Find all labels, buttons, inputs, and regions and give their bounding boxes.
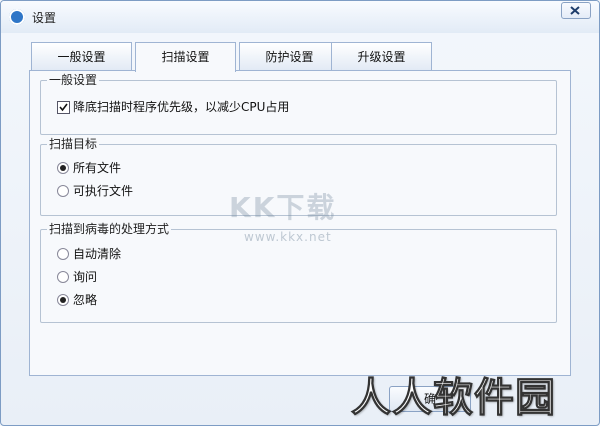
radio-auto-clean[interactable] xyxy=(57,248,69,260)
tab-update[interactable]: 升级设置 xyxy=(331,42,432,70)
tab-general[interactable]: 一般设置 xyxy=(31,42,132,70)
group-scan-target-label: 扫描目标 xyxy=(47,137,100,151)
window-title: 设置 xyxy=(32,11,57,25)
brand-watermark: 人人软件园 xyxy=(351,375,556,422)
option-all-files-label: 所有文件 xyxy=(73,161,122,175)
watermark-url: www.kkx.net xyxy=(244,230,332,244)
radio-executable-files[interactable] xyxy=(57,185,69,197)
tab-bar: 一般设置 扫描设置 防护设置 升级设置 xyxy=(31,42,451,72)
watermark-logo: KK下载 xyxy=(229,191,337,224)
tab-protection[interactable]: 防护设置 xyxy=(239,42,340,70)
group-virus-action-label: 扫描到病毒的处理方式 xyxy=(47,222,172,236)
radio-dot xyxy=(60,297,66,303)
app-icon xyxy=(9,9,25,25)
group-general: 一般设置 降底扫描时程序优先级，以减少CPU占用 xyxy=(40,73,557,135)
radio-dot xyxy=(60,165,66,171)
radio-ignore[interactable] xyxy=(57,294,69,306)
radio-ask[interactable] xyxy=(57,271,69,283)
option-ignore-label: 忽略 xyxy=(73,293,98,307)
group-general-label: 一般设置 xyxy=(47,73,100,87)
option-lower-priority-label: 降底扫描时程序优先级，以减少CPU占用 xyxy=(73,100,290,114)
settings-window: 设置 一般设置 扫描设置 防护设置 升级设置 一般设置 降底扫描时程序优先级，以… xyxy=(0,0,600,426)
radio-all-files[interactable] xyxy=(57,162,69,174)
close-button[interactable] xyxy=(561,2,591,19)
close-icon xyxy=(570,6,580,15)
title-bar: 设置 xyxy=(1,1,599,33)
option-executable-files-label: 可执行文件 xyxy=(73,184,134,198)
option-ask-label: 询问 xyxy=(73,270,98,284)
tab-scan[interactable]: 扫描设置 xyxy=(135,42,236,72)
option-auto-clean-label: 自动清除 xyxy=(73,247,122,261)
checkbox-lower-priority[interactable] xyxy=(57,101,70,114)
checkmark-icon xyxy=(59,103,68,112)
